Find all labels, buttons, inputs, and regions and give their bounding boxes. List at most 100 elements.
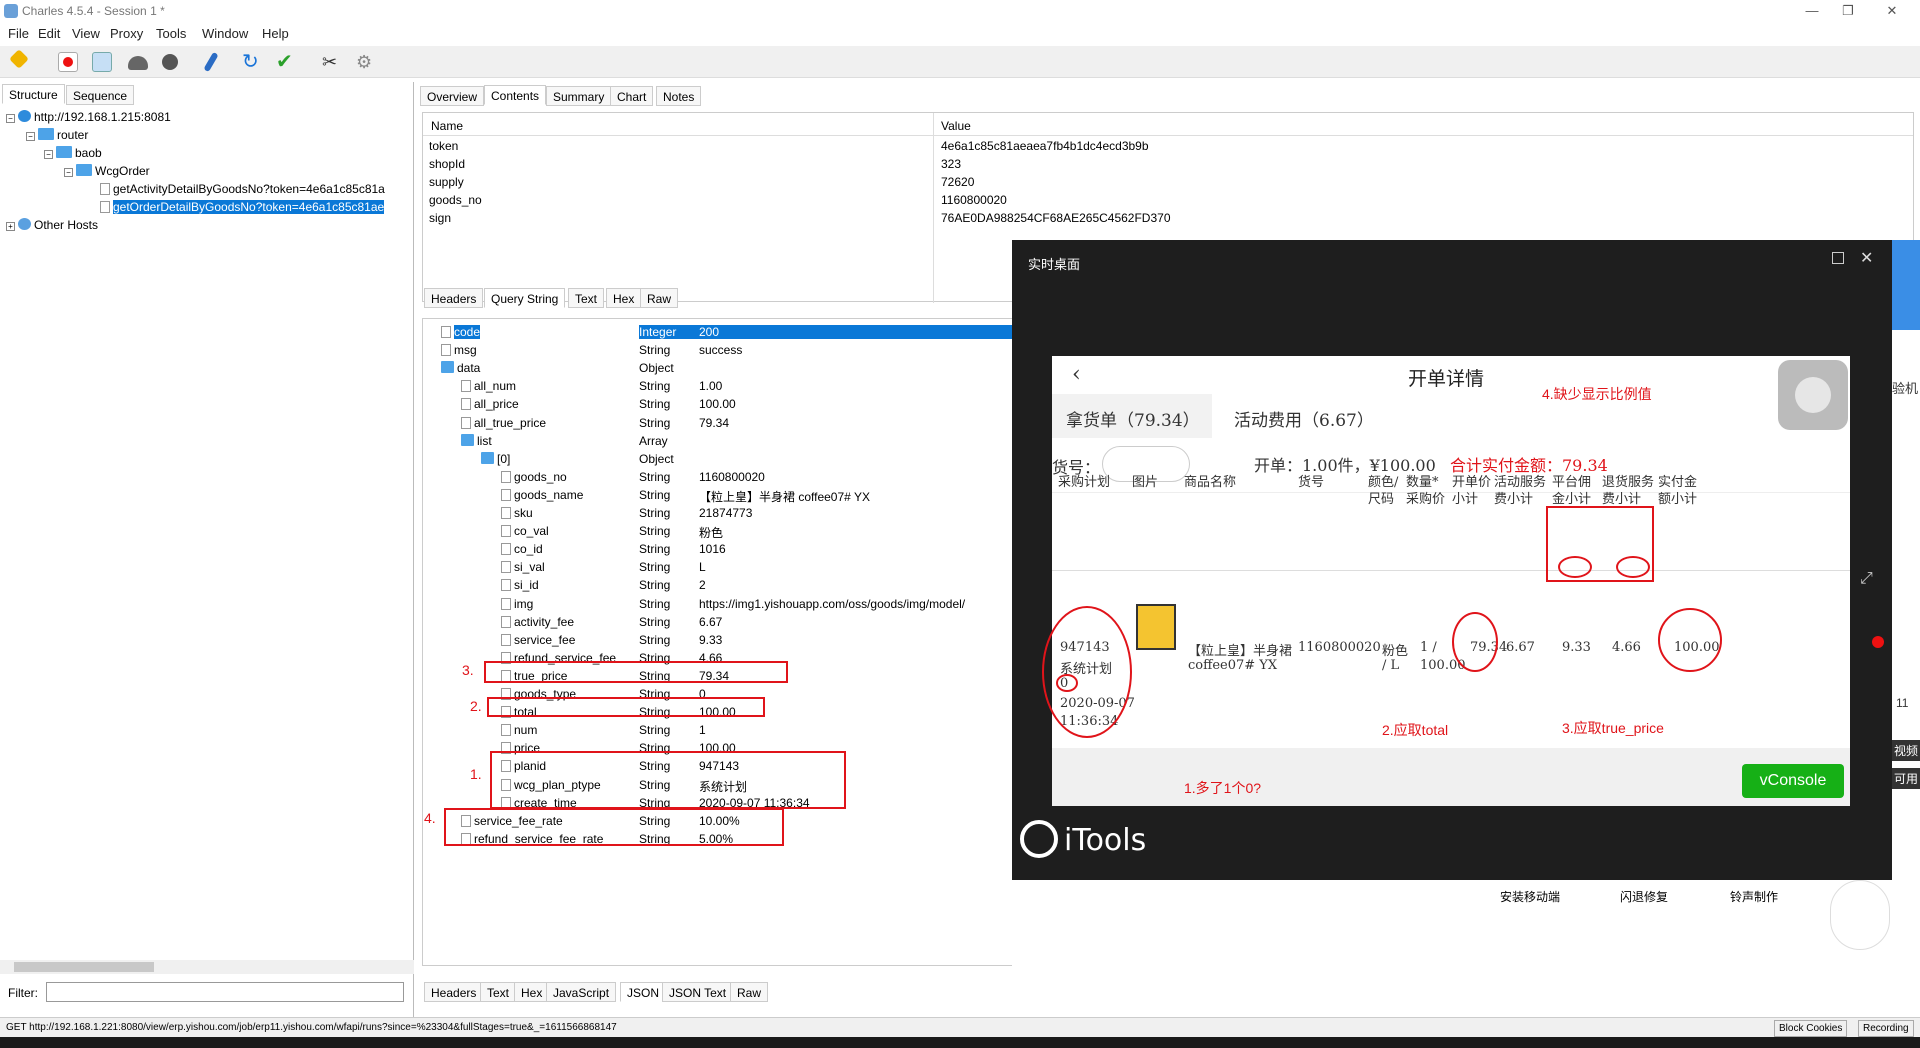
resp-tab-json[interactable]: JSON [620, 982, 667, 1002]
tree-request-order[interactable]: getOrderDetailByGoodsNo?token=4e6a1c85c8… [100, 200, 385, 214]
resp-tab-javascript[interactable]: JavaScript [546, 982, 617, 1002]
resp-tab-json-text[interactable]: JSON Text [662, 982, 734, 1002]
phone-title: 开单详情 [1408, 368, 1485, 390]
req-tab-text[interactable]: Text [568, 288, 605, 308]
size: / L [1382, 658, 1400, 673]
json-key: msg [441, 343, 477, 357]
breakpoint-icon[interactable] [162, 54, 178, 70]
tree-other-hosts[interactable]: + Other Hosts [6, 218, 98, 232]
col-header: 商品名称 [1184, 475, 1237, 490]
settings-icon[interactable]: ⚙ [356, 52, 376, 72]
param-value: 1160800020 [941, 193, 1007, 207]
title-bar: Charles 4.5.4 - Session 1 * — ❐ ✕ [0, 0, 1920, 22]
val-return: 4.66 [1612, 640, 1641, 655]
tab-goods[interactable]: 拿货单（79.34） [1066, 406, 1200, 431]
tab-notes[interactable]: Notes [656, 86, 702, 106]
menu-bar: File Edit View Proxy Tools Window Help [0, 22, 1920, 44]
check-icon[interactable]: ✔ [276, 52, 296, 72]
broom-icon[interactable] [9, 49, 29, 69]
tab-sequence[interactable]: Sequence [66, 85, 135, 105]
refresh-icon[interactable]: ↻ [242, 52, 262, 72]
bottom-link-crash[interactable]: 闪退修复 [1620, 888, 1668, 905]
resp-tab-raw[interactable]: Raw [730, 982, 769, 1002]
resp-tab-headers[interactable]: Headers [424, 982, 484, 1002]
filter-input[interactable] [46, 982, 404, 1002]
menu-help[interactable]: Help [262, 26, 289, 41]
tab-overview[interactable]: Overview [420, 86, 485, 106]
throttle-icon[interactable] [92, 52, 112, 72]
assistive-touch-icon[interactable] [1778, 360, 1848, 430]
vconsole-button[interactable]: vConsole [1742, 764, 1844, 798]
json-key: code [441, 325, 481, 339]
json-type: String [639, 415, 671, 430]
param-value: 4e6a1c85c81aeaea7fb4b1dc4ecd3b9b [941, 139, 1149, 153]
col-header: 平台佣金小计 [1552, 475, 1592, 507]
maximize-icon[interactable] [1832, 252, 1844, 264]
req-tab-headers[interactable]: Headers [424, 288, 484, 308]
tree-wcgorder[interactable]: − WcgOrder [64, 164, 150, 178]
param-value: 72620 [941, 175, 975, 189]
block-cookies-button[interactable]: Block Cookies [1774, 1020, 1848, 1037]
tab-structure[interactable]: Structure [2, 84, 65, 104]
expand-icon[interactable]: ⤢ [1860, 570, 1873, 588]
recording-button[interactable]: Recording [1858, 1020, 1914, 1037]
tree-baob[interactable]: − baob [44, 146, 102, 160]
json-key: sku [501, 506, 533, 520]
menu-tools[interactable]: Tools [156, 26, 186, 41]
phone-footer [1052, 748, 1850, 806]
maximize-button[interactable]: ❐ [1834, 2, 1862, 20]
record-button[interactable] [58, 52, 78, 72]
tree-request-activity[interactable]: getActivityDetailByGoodsNo?token=4e6a1c8… [100, 182, 385, 196]
json-type: Integer [639, 325, 699, 339]
json-value: 1 [699, 723, 706, 738]
param-row[interactable]: token 4e6a1c85c81aeaea7fb4b1dc4ecd3b9b [423, 137, 1913, 155]
param-name: goods_no [429, 193, 482, 207]
param-row[interactable]: sign 76AE0DA988254CF68AE265C4562FD370 [423, 209, 1913, 227]
qty: 1 / [1420, 640, 1437, 655]
req-tab-query[interactable]: Query String [484, 288, 566, 308]
menu-proxy[interactable]: Proxy [110, 26, 143, 41]
close-icon[interactable]: ✕ [1860, 248, 1873, 268]
turtle-icon[interactable] [128, 56, 148, 70]
horizontal-scrollbar[interactable] [0, 960, 414, 974]
tab-activity[interactable]: 活动费用（6.67） [1234, 406, 1374, 431]
annot-label-4: 4. [424, 810, 436, 826]
close-button[interactable]: ✕ [1878, 2, 1906, 20]
bottom-link-ringtone[interactable]: 铃声制作 [1730, 888, 1778, 905]
tree-router[interactable]: − router [26, 128, 88, 142]
annot-note-4: 4.缺少显示比例值 [1542, 386, 1652, 402]
tree-host[interactable]: − http://192.168.1.215:8081 [6, 110, 171, 124]
tab-chart[interactable]: Chart [610, 86, 654, 106]
bottom-link-install[interactable]: 安装移动端 [1500, 888, 1560, 905]
json-value: 粉色 [699, 526, 724, 541]
param-row[interactable]: shopId 323 [423, 155, 1913, 173]
json-value: 21874773 [699, 506, 753, 520]
json-type: String [639, 506, 671, 520]
json-type: Object [639, 361, 674, 376]
json-type: String [639, 596, 671, 611]
menu-view[interactable]: View [72, 26, 100, 41]
back-icon[interactable]: ‹ [1072, 362, 1081, 387]
tab-contents[interactable]: Contents [484, 85, 547, 105]
tab-summary[interactable]: Summary [546, 86, 612, 106]
param-name: shopId [429, 157, 466, 171]
req-tab-hex[interactable]: Hex [606, 288, 642, 308]
annot-note-2: 2.应取total [1382, 722, 1449, 738]
param-row[interactable]: supply 72620 [423, 173, 1913, 191]
bg-text-d: 11 [1896, 696, 1909, 710]
resp-tab-text[interactable]: Text [480, 982, 517, 1002]
annot-note-1: 1.多了1个0? [1184, 780, 1262, 796]
json-type: String [639, 524, 671, 539]
menu-file[interactable]: File [8, 26, 29, 41]
resp-tab-hex[interactable]: Hex [514, 982, 550, 1002]
minimize-button[interactable]: — [1798, 2, 1826, 20]
req-tab-raw[interactable]: Raw [640, 288, 679, 308]
param-name: supply [429, 175, 464, 189]
record-dot-icon [1872, 636, 1884, 648]
pen-icon[interactable] [203, 51, 219, 73]
json-type: String [639, 542, 671, 557]
menu-edit[interactable]: Edit [38, 26, 60, 41]
param-row[interactable]: goods_no 1160800020 [423, 191, 1913, 209]
tools-icon[interactable]: ✂ [322, 52, 342, 72]
menu-window[interactable]: Window [202, 26, 248, 41]
